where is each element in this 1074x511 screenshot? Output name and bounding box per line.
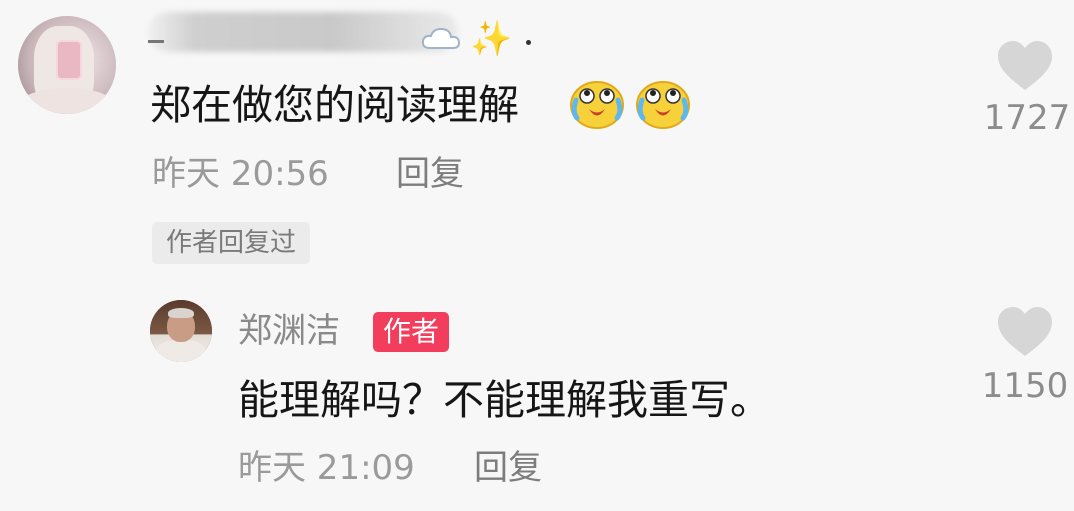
author-replied-tag[interactable]: 作者回复过 (152, 222, 311, 264)
like-count: 1150 (981, 366, 1069, 406)
author-badge: 作者 (373, 312, 450, 352)
commenter-avatar[interactable] (18, 16, 116, 114)
author-avatar[interactable] (150, 300, 212, 362)
username-underscore (148, 40, 164, 43)
blurred-username[interactable] (148, 12, 458, 52)
heart-icon[interactable] (996, 306, 1054, 358)
reply-button[interactable]: 回复 (474, 448, 542, 488)
reply-timestamp: 昨天 21:09 (238, 448, 415, 488)
reply-username[interactable]: 郑渊洁 (238, 310, 340, 352)
comment-timestamp: 昨天 20:56 (152, 154, 329, 194)
comment-text: 郑在做您的阅读理解 (150, 81, 519, 129)
reply-text: 能理解吗？不能理解我重写。 (238, 376, 771, 424)
like-count: 1727 (983, 98, 1071, 138)
crying-laughing-emoji-icon (570, 81, 624, 129)
heart-icon[interactable] (996, 40, 1054, 92)
crying-laughing-emoji-icon (636, 81, 690, 129)
dot-mark (526, 40, 531, 45)
cloud-icon (421, 27, 461, 49)
sparkle-icon: ✨ (470, 19, 513, 59)
reply-button[interactable]: 回复 (396, 154, 464, 194)
